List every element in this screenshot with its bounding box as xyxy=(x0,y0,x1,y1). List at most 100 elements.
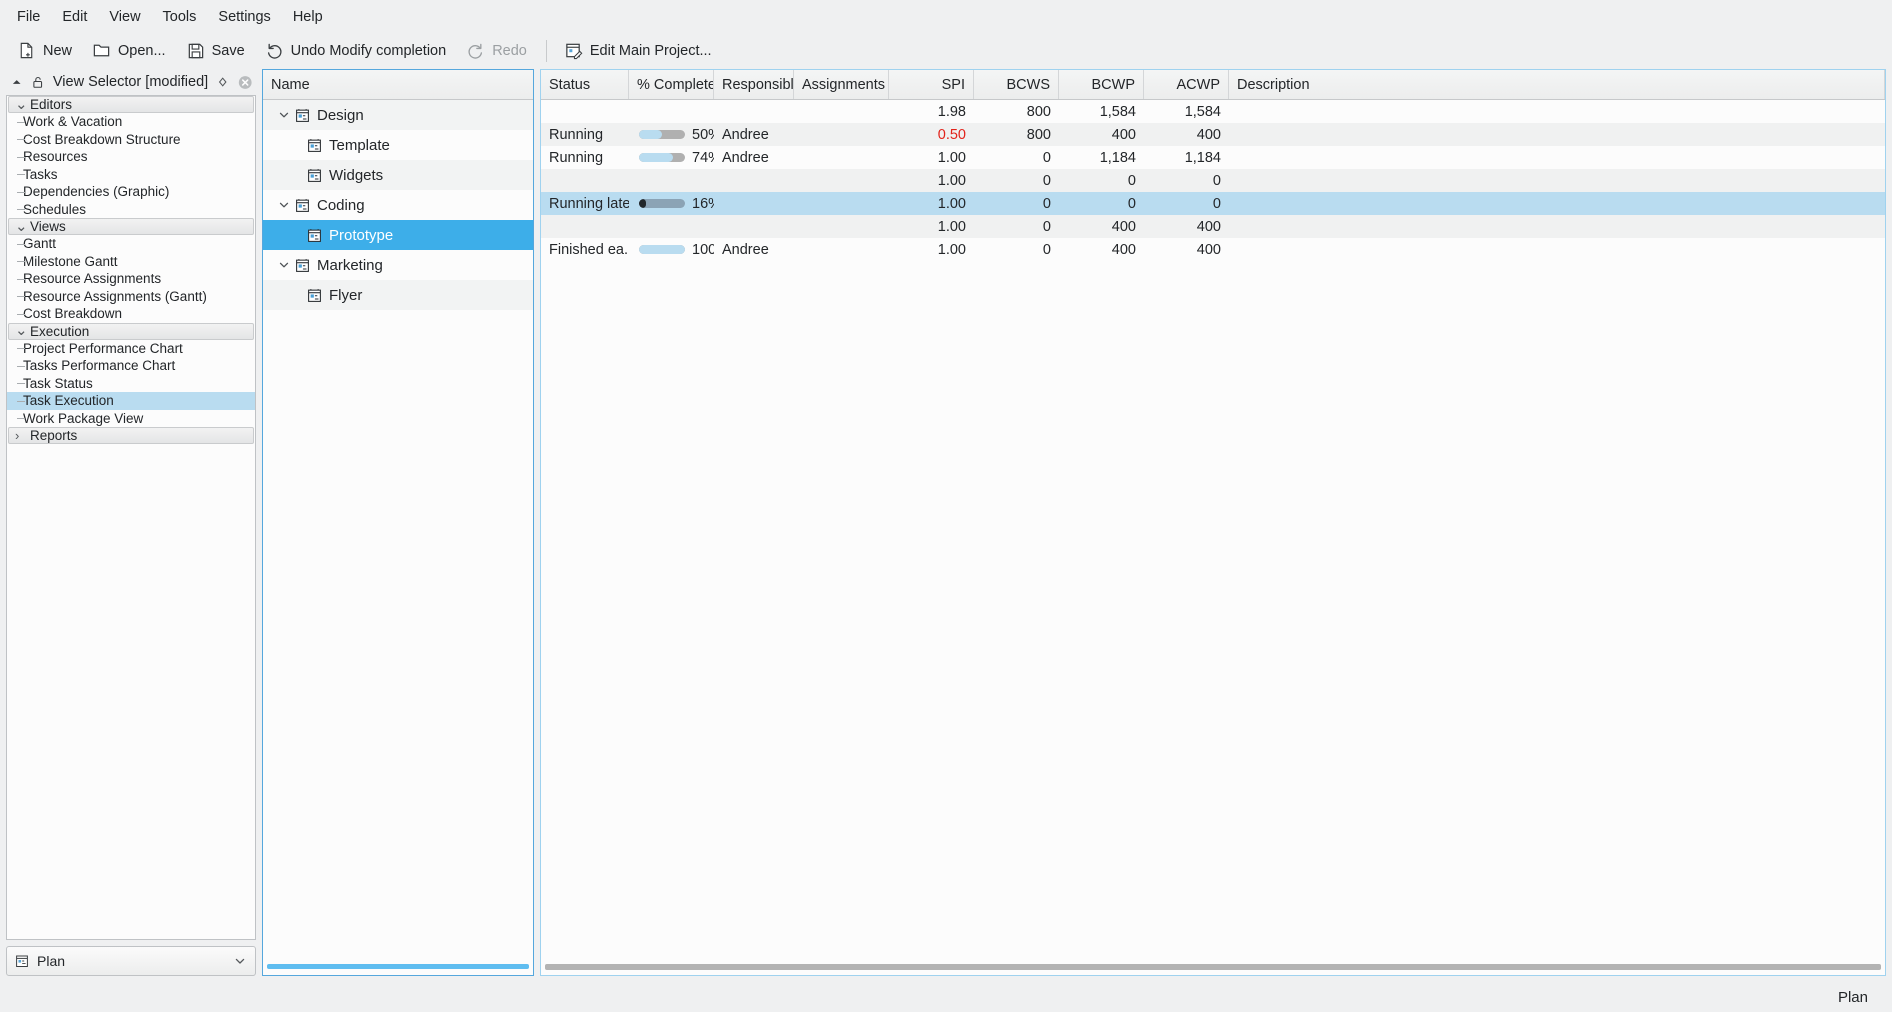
cell-acwp: 1,184 xyxy=(1184,149,1221,166)
table-row[interactable]: 1.98 800 1,584 1,584 xyxy=(541,100,1885,123)
save-button[interactable]: Save xyxy=(177,37,254,64)
column-header-spi[interactable]: SPI xyxy=(889,70,974,99)
progress-label: 16% xyxy=(692,195,714,212)
schedule-combobox[interactable]: Plan xyxy=(6,946,256,976)
view-item-task-status[interactable]: Task Status xyxy=(7,375,255,393)
expand-chevron-down-icon[interactable] xyxy=(273,109,295,121)
view-item-resource-assignments[interactable]: Resource Assignments xyxy=(7,270,255,288)
status-bar: Plan xyxy=(0,982,1892,1012)
view-item-dependencies-graphic[interactable]: Dependencies (Graphic) xyxy=(7,183,255,201)
progress-bar xyxy=(639,153,685,162)
view-item-project-performance-chart[interactable]: Project Performance Chart xyxy=(7,340,255,358)
view-group-execution[interactable]: ⌄ Execution xyxy=(8,322,254,340)
menu-help[interactable]: Help xyxy=(282,5,334,29)
menu-edit[interactable]: Edit xyxy=(51,5,98,29)
tree-indent: Flyer xyxy=(263,287,362,304)
cell-spi: 0.50 xyxy=(937,126,966,143)
column-header-status[interactable]: Status xyxy=(541,70,629,99)
column-header-acwp[interactable]: ACWP xyxy=(1144,70,1229,99)
view-item-label: Milestone Gantt xyxy=(23,253,118,269)
close-icon[interactable] xyxy=(238,75,252,90)
view-item-resources[interactable]: Resources xyxy=(7,148,255,166)
menu-tools[interactable]: Tools xyxy=(152,5,208,29)
table-row[interactable]: 1.00 0 0 0 xyxy=(541,169,1885,192)
view-item-resource-assignments-gantt[interactable]: Resource Assignments (Gantt) xyxy=(7,288,255,306)
task-icon-wrap xyxy=(307,168,322,183)
expand-chevron-down-icon[interactable] xyxy=(273,199,295,211)
menu-settings[interactable]: Settings xyxy=(207,5,281,29)
redo-button[interactable]: Redo xyxy=(457,37,536,64)
column-header-responsible[interactable]: Responsible xyxy=(714,70,794,99)
view-item-work-vacation[interactable]: Work & Vacation xyxy=(7,113,255,131)
table-row[interactable]: Running 50% Andree 0.50 800 400 400 xyxy=(541,123,1885,146)
column-header-assignments[interactable]: Assignments xyxy=(794,70,889,99)
undo-button-label: Undo Modify completion xyxy=(290,42,447,59)
table-row[interactable]: 1.00 0 400 400 xyxy=(541,215,1885,238)
floppy-save-icon xyxy=(188,43,203,59)
task-tree-row[interactable]: Coding xyxy=(263,190,533,220)
table-row[interactable]: Running late 16% 1.00 0 0 0 xyxy=(541,192,1885,215)
cell-bcwp: 400 xyxy=(1111,241,1136,258)
open-button[interactable]: Open... xyxy=(83,37,175,64)
view-item-milestone-gantt[interactable]: Milestone Gantt xyxy=(7,253,255,271)
view-item-tasks[interactable]: Tasks xyxy=(7,166,255,184)
cell-spi: 1.00 xyxy=(937,218,966,235)
progress-widget: 16% xyxy=(637,196,714,212)
column-header-bcws[interactable]: BCWS xyxy=(974,70,1059,99)
cell-acwp: 400 xyxy=(1196,241,1221,258)
task-tree-row[interactable]: Template xyxy=(263,130,533,160)
view-item-gantt[interactable]: Gantt xyxy=(7,235,255,253)
task-table-hscrollbar[interactable] xyxy=(541,959,1885,975)
table-row[interactable]: Finished ea... 100% Andree 1.00 0 400 400 xyxy=(541,238,1885,261)
task-tree-row[interactable]: Flyer xyxy=(263,280,533,310)
view-item-label: Resource Assignments xyxy=(23,271,162,287)
view-item-task-execution[interactable]: Task Execution xyxy=(7,392,255,410)
column-header-name[interactable]: Name xyxy=(263,70,533,99)
cell-status: Running late xyxy=(549,195,629,212)
view-item-cost-breakdown[interactable]: Cost Breakdown xyxy=(7,305,255,323)
task-table-header: Status% CompletecResponsibleAssignmentsS… xyxy=(541,70,1885,100)
view-item-schedules[interactable]: Schedules xyxy=(7,201,255,219)
column-header-completec[interactable]: % Completec xyxy=(629,70,714,99)
menu-file[interactable]: File xyxy=(6,5,51,29)
chevron-down-icon xyxy=(235,958,245,964)
view-selector-tree[interactable]: ⌄ Editors Work & Vacation Cost Breakdown St… xyxy=(6,95,256,940)
task-tree-hscrollbar[interactable] xyxy=(263,959,533,975)
progress-label: 74% xyxy=(692,149,714,166)
unlock-icon[interactable] xyxy=(31,75,44,89)
collapse-up-icon[interactable] xyxy=(10,75,23,89)
task-icon-wrap xyxy=(307,288,322,303)
menu-view[interactable]: View xyxy=(98,5,151,29)
cell-bcws: 0 xyxy=(1042,241,1051,258)
view-item-work-package-view[interactable]: Work Package View xyxy=(7,410,255,428)
tree-indent: Prototype xyxy=(263,227,393,244)
table-row[interactable]: Running 74% Andree 1.00 0 1,184 1,184 xyxy=(541,146,1885,169)
edit-main-project-button[interactable]: Edit Main Project... xyxy=(555,37,721,64)
float-diamond-icon[interactable] xyxy=(216,75,229,89)
task-tree-row[interactable]: Design xyxy=(263,100,533,130)
task-table-rows[interactable]: 1.98 800 1,584 1,584 Running 50% Andree 0.50 800… xyxy=(541,100,1885,959)
view-group-editors[interactable]: ⌄ Editors xyxy=(8,96,254,113)
view-item-label: Task Execution xyxy=(23,393,114,409)
task-tree-row[interactable]: Widgets xyxy=(263,160,533,190)
task-tree-rows[interactable]: Design Template Widgets Coding Prototype Mark… xyxy=(263,100,533,959)
view-item-cost-breakdown-structure[interactable]: Cost Breakdown Structure xyxy=(7,131,255,149)
task-tree-row-label: Marketing xyxy=(317,256,383,274)
expand-chevron-down-icon[interactable] xyxy=(273,259,295,271)
column-header-bcwp[interactable]: BCWP xyxy=(1059,70,1144,99)
view-item-label: Tasks Performance Chart xyxy=(23,358,176,374)
task-icon xyxy=(308,168,321,182)
new-document-icon xyxy=(20,42,33,59)
task-tree-row[interactable]: Prototype xyxy=(263,220,533,250)
column-header-description[interactable]: Description xyxy=(1229,70,1885,99)
new-button[interactable]: New xyxy=(8,37,81,64)
task-tree-row[interactable]: Marketing xyxy=(263,250,533,280)
view-group-reports[interactable]: › Reports xyxy=(8,427,254,444)
view-group-views[interactable]: ⌄ Views xyxy=(8,218,254,235)
menu-bar: File Edit View Tools Settings Help xyxy=(0,0,1892,33)
tree-indent: Template xyxy=(263,137,390,154)
view-item-tasks-performance-chart[interactable]: Tasks Performance Chart xyxy=(7,357,255,375)
undo-button[interactable]: Undo Modify completion xyxy=(256,37,456,64)
cell-bcwp: 400 xyxy=(1111,126,1136,143)
view-item-label: Work Package View xyxy=(23,410,144,426)
